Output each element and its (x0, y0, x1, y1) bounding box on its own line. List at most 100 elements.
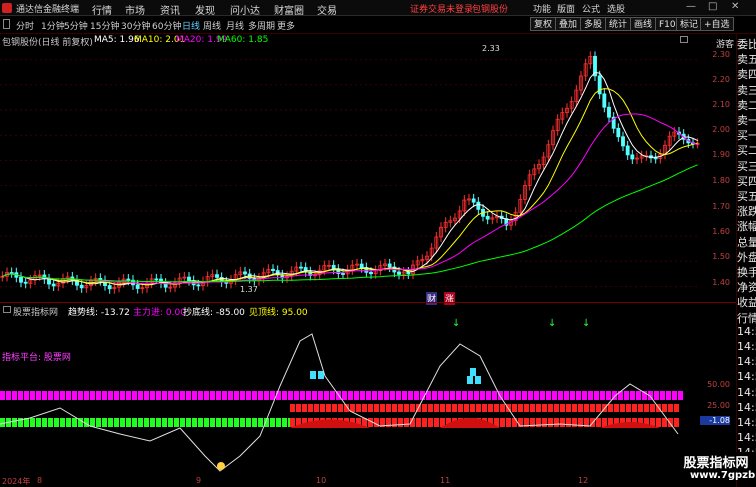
signal-bar-magenta (276, 391, 281, 400)
price-tick: 2.20 (712, 75, 730, 84)
menu-jiaoyi[interactable]: 交易 (317, 2, 337, 17)
candle-body (196, 284, 201, 287)
indicator-current-value: -1.08 (700, 416, 730, 425)
maximize-button[interactable]: □ (708, 1, 717, 12)
menu-hangqing[interactable]: 行情 (92, 2, 112, 17)
signal-bar-magenta (66, 391, 71, 400)
candle-body (187, 276, 191, 282)
stock-name-link[interactable]: 包钢股份 (472, 2, 508, 15)
signal-bar-red (590, 404, 595, 412)
indicator-tick: 25.00 (707, 401, 730, 410)
menu-gongshi[interactable]: 公式 (582, 2, 600, 15)
period-60min[interactable]: 60分钟 (152, 19, 181, 32)
signal-bar-red (422, 404, 427, 412)
huaxian-button[interactable]: 画线 (630, 17, 657, 31)
signal-bar-green (234, 418, 239, 427)
candle-body (359, 263, 364, 269)
rise-tag[interactable]: 涨 (444, 292, 456, 305)
signal-bar-green (42, 418, 47, 427)
signal-bar-green (102, 418, 107, 427)
signal-bar-magenta (360, 391, 365, 400)
signal-bar-red (560, 404, 565, 412)
signal-bar-green (162, 418, 167, 427)
period-more[interactable]: 更多 (277, 19, 295, 32)
sidebar-toggle-icon[interactable] (3, 19, 10, 29)
signal-bar-magenta (282, 391, 287, 400)
candle-body (476, 201, 481, 210)
signal-bar-magenta (120, 391, 125, 400)
indicator-toggle-icon[interactable] (3, 306, 11, 313)
minimize-button[interactable]: — (686, 1, 696, 12)
finance-tag[interactable]: 财 (426, 292, 438, 305)
signal-bar-red (500, 404, 505, 412)
signal-bar-magenta (60, 391, 65, 400)
signal-bar-magenta (486, 391, 491, 400)
chart-settings-icon[interactable] (680, 36, 688, 43)
signal-bar-magenta (366, 391, 371, 400)
signal-bar-red (668, 404, 673, 412)
signal-bar-red (572, 404, 577, 412)
signal-bar-magenta (18, 391, 23, 400)
candle-body (51, 283, 56, 287)
signal-bar-magenta (96, 391, 101, 400)
sidebar-item: 卖四 (737, 68, 756, 82)
signal-bar-magenta (510, 391, 515, 400)
signal-bar-red (512, 418, 517, 427)
candlestick-chart[interactable] (0, 44, 700, 300)
signal-bar-red (494, 404, 499, 412)
close-button[interactable]: ✕ (731, 1, 739, 12)
period-multi[interactable]: 多周期 (248, 19, 275, 32)
signal-bar-magenta (204, 391, 209, 400)
signal-bar-green (258, 418, 263, 427)
signal-bar-red (440, 404, 445, 412)
candle-body (341, 273, 345, 275)
signal-bar-magenta (198, 391, 203, 400)
menu-caifuquan[interactable]: 财富圈 (274, 2, 304, 17)
menu-banmian[interactable]: 版面 (557, 2, 575, 15)
duogu-button[interactable]: 多股 (580, 17, 607, 31)
indicator-chart[interactable]: ↓ ↓ ↓ (0, 316, 700, 476)
menu-faxian[interactable]: 发现 (195, 2, 215, 17)
signal-bar-red (356, 404, 361, 412)
signal-bar-red (536, 404, 541, 412)
guest-label[interactable]: 游客 (716, 37, 734, 50)
login-notice[interactable]: 证券交易未登录 (410, 2, 473, 15)
period-daily[interactable]: 日线 (182, 19, 200, 32)
signal-bar-magenta (186, 391, 191, 400)
period-weekly[interactable]: 周线 (203, 19, 221, 32)
signal-bar-magenta (480, 391, 485, 400)
period-fenshi[interactable]: 分时 (16, 19, 34, 32)
signal-bar-red (434, 418, 439, 427)
period-15min[interactable]: 15分钟 (90, 19, 119, 32)
signal-bar-magenta (0, 391, 5, 400)
signal-bar-red (566, 418, 571, 427)
menu-wenxiaoda[interactable]: 问小达 (230, 2, 260, 17)
ma20-line (2, 113, 698, 285)
date-label: 2024年 (2, 477, 31, 486)
signal-bar-green (276, 418, 281, 427)
date-label: 9 (196, 476, 202, 485)
signal-bar-magenta (234, 391, 239, 400)
menu-zixun[interactable]: 资讯 (160, 2, 180, 17)
biaoji-button[interactable]: 标记 (676, 17, 703, 31)
menu-gongneng[interactable]: 功能 (533, 2, 551, 15)
add-watchlist-button[interactable]: +自选 (700, 17, 734, 31)
peak-marker (467, 376, 473, 384)
menu-shichang[interactable]: 市场 (125, 2, 145, 17)
app-title: 通达信金融终端 (16, 5, 80, 15)
period-30min[interactable]: 30分钟 (121, 19, 150, 32)
period-monthly[interactable]: 月线 (226, 19, 244, 32)
fuquan-button[interactable]: 复权 (530, 17, 557, 31)
period-1min[interactable]: 1分钟 (41, 19, 65, 32)
app-logo-icon (2, 3, 12, 13)
diejia-button[interactable]: 叠加 (555, 17, 582, 31)
peak-marker (470, 368, 476, 376)
signal-bar-magenta (138, 391, 143, 400)
signal-bar-red (620, 404, 625, 412)
signal-bar-green (246, 418, 251, 427)
menu-xuangu[interactable]: 选股 (607, 2, 625, 15)
tongji-button[interactable]: 统计 (605, 17, 632, 31)
coin-icon (217, 462, 225, 470)
period-5min[interactable]: 5分钟 (64, 19, 88, 32)
signal-bar-red (422, 418, 427, 427)
